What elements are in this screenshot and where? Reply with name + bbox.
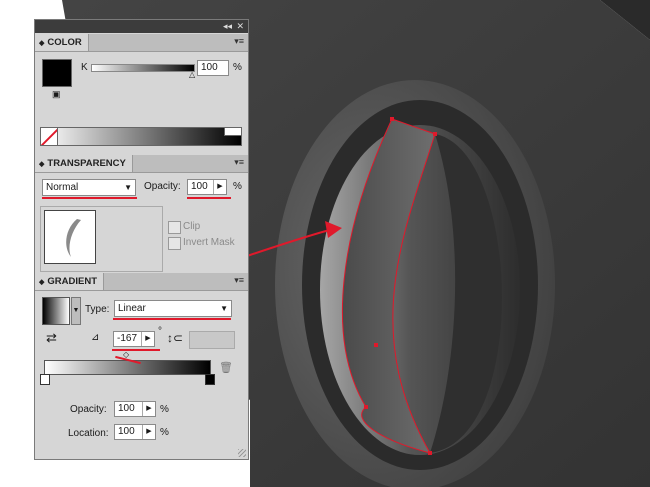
panel-menu-icon[interactable]: ▾≡ <box>234 157 244 168</box>
clip-label: Clip <box>183 221 201 232</box>
end-color-stop[interactable] <box>205 374 215 385</box>
panel-menu-icon[interactable]: ▾≡ <box>234 275 244 286</box>
dock-title-bar[interactable]: ◂◂ ✕ <box>35 20 248 33</box>
k-slider-track[interactable] <box>91 64 195 72</box>
chevron-down-icon: ▼ <box>124 183 132 192</box>
aspect-ratio-icon: ↕⊂ <box>167 331 184 345</box>
invert-mask-label: Invert Mask <box>183 237 235 248</box>
stop-opacity-input[interactable]: 100 ▶ <box>114 401 156 417</box>
percent-label: % <box>160 427 169 438</box>
none-swatch-icon[interactable] <box>40 127 58 146</box>
opacity-label: Opacity: <box>144 181 181 192</box>
gradient-panel-header: ◆ GRADIENT ▾≡ <box>35 273 248 291</box>
stepper-arrow-icon[interactable]: ▶ <box>142 425 155 439</box>
tab-toggle-icon[interactable]: ◆ <box>39 161 44 168</box>
angle-input[interactable]: -167 ▶ <box>113 331 155 347</box>
white-swatch[interactable] <box>224 127 242 136</box>
tab-toggle-icon[interactable]: ◆ <box>39 279 44 286</box>
stop-opacity-label: Opacity: <box>70 404 107 415</box>
type-label: Type: <box>85 304 110 315</box>
tab-gradient[interactable]: ◆ GRADIENT <box>35 273 105 290</box>
fill-swatch[interactable] <box>42 59 72 87</box>
gradient-swatch-menu-icon[interactable]: ▼ <box>71 297 81 325</box>
color-spectrum-ramp[interactable] <box>40 127 242 146</box>
aspect-ratio-input[interactable] <box>189 331 235 349</box>
channel-label: K <box>81 62 88 73</box>
start-color-stop[interactable] <box>40 374 50 385</box>
annotation-underline <box>112 349 160 351</box>
tab-transparency[interactable]: ◆ TRANSPARENCY <box>35 155 133 172</box>
gradient-type-select[interactable]: Linear ▼ <box>114 300 232 317</box>
panel-close-icon[interactable]: ✕ <box>236 21 244 31</box>
opacity-input[interactable]: 100 ▶ <box>187 179 227 195</box>
annotation-underline <box>187 197 231 199</box>
invert-mask-checkbox[interactable] <box>168 237 181 250</box>
annotation-underline <box>42 197 137 199</box>
trash-icon[interactable]: 🗑 <box>219 361 233 374</box>
percent-label: % <box>233 62 242 73</box>
tab-color[interactable]: ◆ COLOR <box>35 34 89 51</box>
stepper-arrow-icon[interactable]: ▶ <box>141 332 154 346</box>
panel-collapse-icon[interactable]: ◂◂ <box>223 21 232 31</box>
clip-checkbox[interactable] <box>168 221 181 234</box>
thumbnail-shape <box>66 219 81 257</box>
stepper-arrow-icon[interactable]: ▶ <box>213 180 226 194</box>
transparency-panel-header: ◆ TRANSPARENCY ▾≡ <box>35 155 248 173</box>
tab-toggle-icon[interactable]: ◆ <box>39 40 44 47</box>
thumbnail[interactable] <box>44 210 96 264</box>
panels-dock: ◂◂ ✕ ◆ COLOR ▾≡ ▣ K △ 100 % ◆ TRANSPARENCY… <box>34 19 249 460</box>
location-input[interactable]: 100 ▶ <box>114 424 156 440</box>
annotation-underline <box>113 318 231 320</box>
blend-mode-select[interactable]: Normal ▼ <box>42 179 136 196</box>
swatch-icon[interactable]: ▣ <box>52 89 61 100</box>
reverse-gradient-icon[interactable]: ⇄ <box>46 330 57 346</box>
k-slider-thumb[interactable]: △ <box>189 70 195 79</box>
angle-icon: ⊿ <box>91 332 100 343</box>
resize-grip-icon[interactable] <box>238 449 246 457</box>
degree-label: ° <box>158 326 162 337</box>
chevron-down-icon: ▼ <box>220 304 228 313</box>
color-panel-header: ◆ COLOR ▾≡ <box>35 34 248 52</box>
gradient-slider-ramp[interactable] <box>44 360 211 375</box>
percent-label: % <box>233 181 242 192</box>
panel-menu-icon[interactable]: ▾≡ <box>234 36 244 47</box>
k-value-input[interactable]: 100 <box>197 60 229 76</box>
gradient-swatch[interactable] <box>42 297 70 325</box>
stepper-arrow-icon[interactable]: ▶ <box>142 402 155 416</box>
percent-label: % <box>160 404 169 415</box>
location-label: Location: <box>68 428 109 439</box>
